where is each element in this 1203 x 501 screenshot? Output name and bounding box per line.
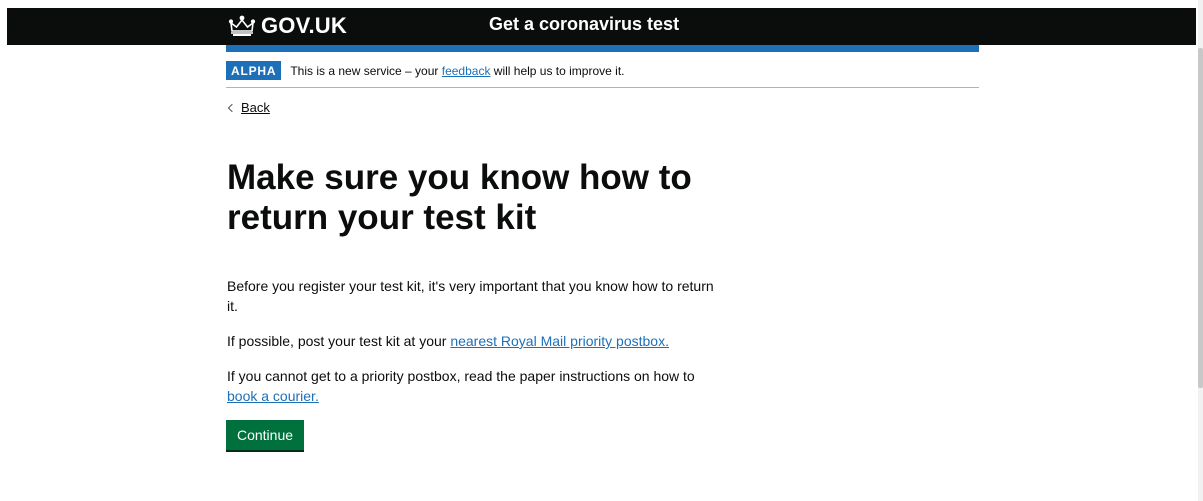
service-name-link[interactable]: Get a coronavirus test — [489, 14, 679, 35]
book-courier-link[interactable]: book a courier. — [227, 388, 319, 404]
scrollbar-thumb[interactable] — [1198, 48, 1203, 388]
paragraph-postbox-text: If possible, post your test kit at your — [227, 333, 451, 349]
govuk-logo-link[interactable]: GOV.UK — [228, 12, 347, 40]
paragraph-courier: If you cannot get to a priority postbox,… — [227, 366, 717, 406]
logo-text: GOV.UK — [261, 13, 347, 38]
priority-postbox-link[interactable]: nearest Royal Mail priority postbox. — [450, 333, 669, 349]
phase-tag: ALPHA — [226, 61, 282, 80]
paragraph-courier-text: If you cannot get to a priority postbox,… — [227, 368, 695, 384]
feedback-link[interactable]: feedback — [442, 64, 491, 78]
chevron-left-icon — [227, 103, 237, 112]
continue-button[interactable]: Continue — [226, 420, 304, 450]
crown-icon — [228, 15, 256, 37]
phase-text-after: will help us to improve it. — [490, 63, 625, 78]
phase-banner: ALPHA This is a new service – your feedb… — [226, 60, 979, 88]
phase-text-before: This is a new service – your — [290, 63, 442, 78]
back-link-label: Back — [241, 100, 270, 115]
header-blue-bar — [226, 45, 979, 52]
back-link[interactable]: Back — [227, 100, 270, 115]
page-title: Make sure you know how to return your te… — [227, 158, 692, 237]
phase-banner-text: This is a new service – your feedback wi… — [290, 64, 624, 78]
paragraph-postbox: If possible, post your test kit at your … — [227, 331, 717, 351]
paragraph-register-info: Before you register your test kit, it's … — [227, 278, 714, 314]
